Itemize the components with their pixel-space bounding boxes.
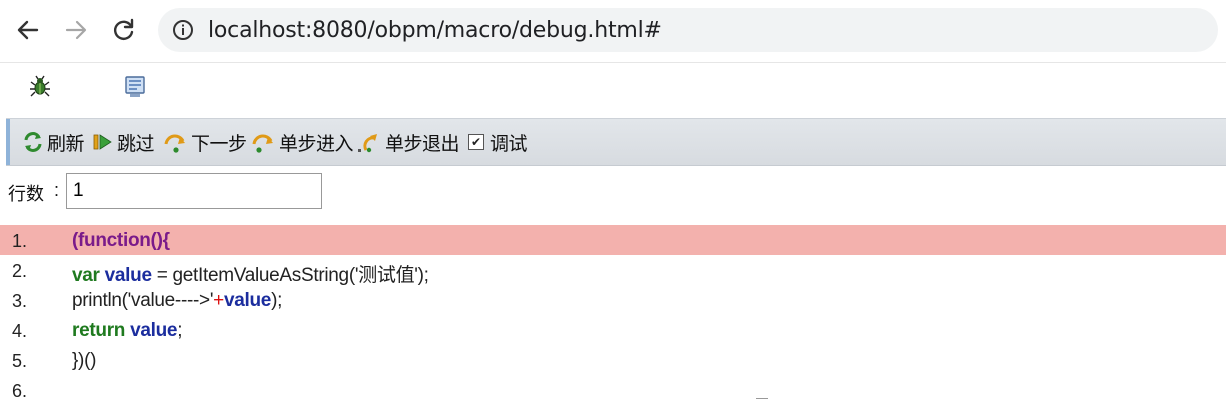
browser-bar: localhost:8080/obpm/macro/debug.html# xyxy=(0,0,1226,63)
code-token: value xyxy=(130,320,178,341)
url-text[interactable]: localhost:8080/obpm/macro/debug.html# xyxy=(208,18,662,43)
line-number: 6. xyxy=(12,381,28,401)
reload-icon xyxy=(114,18,134,40)
skip-button[interactable]: 跳过 xyxy=(92,128,155,156)
code-line[interactable]: 4. return value; xyxy=(0,315,1226,345)
debug-toggle[interactable]: ✔ 调试 xyxy=(468,128,528,156)
step-into-button[interactable]: 单步进入 xyxy=(250,128,354,156)
code-token: = getItemValueAsString(' xyxy=(151,265,359,286)
code-line[interactable]: 5. })() xyxy=(0,345,1226,375)
code-editor[interactable]: 1. (function(){ 2. var value = getItemVa… xyxy=(0,222,1226,416)
code-token: value xyxy=(104,265,152,286)
code-token: '); xyxy=(414,265,429,286)
line-number: 2. xyxy=(12,261,28,281)
code-text: var value = getItemValueAsString('测试值'); xyxy=(72,260,429,287)
next-step-label: 下一步 xyxy=(191,132,247,155)
debug-label: 调试 xyxy=(490,132,528,155)
step-over-icon xyxy=(164,134,185,153)
step-into-icon xyxy=(252,134,273,153)
line-number: 3. xyxy=(12,291,28,311)
next-step-button[interactable]: 下一步 xyxy=(162,128,247,156)
back-button[interactable] xyxy=(10,12,46,48)
address-bar[interactable]: localhost:8080/obpm/macro/debug.html# xyxy=(158,8,1218,52)
line-number-label: 行数 xyxy=(8,184,44,205)
code-token: println('value---->' xyxy=(72,290,214,311)
code-token: (function(){ xyxy=(72,230,170,251)
skip-icon xyxy=(93,134,112,150)
step-out-label: 单步退出 xyxy=(385,132,460,155)
forward-button[interactable] xyxy=(58,12,94,48)
skip-label: 跳过 xyxy=(117,132,155,155)
line-number: 1. xyxy=(12,231,28,251)
code-text: println('value---->'+value); xyxy=(72,290,282,312)
code-text: return value; xyxy=(72,320,182,342)
monitor-icon[interactable] xyxy=(124,75,146,104)
code-text: })() xyxy=(72,350,96,372)
code-token: + xyxy=(213,290,224,311)
code-text: (function(){ xyxy=(72,230,170,252)
line-number-colon: : xyxy=(54,180,60,200)
code-token: ; xyxy=(177,320,183,341)
debug-toolbar: 刷新 跳过 下一步 单步进入 单步退出 ✔ 调试 xyxy=(6,118,1226,166)
code-line[interactable]: 3. println('value---->'+value); xyxy=(0,285,1226,315)
line-number-input[interactable] xyxy=(66,173,322,209)
step-out-icon xyxy=(358,134,377,153)
debug-checkbox[interactable]: ✔ xyxy=(468,134,484,150)
info-icon[interactable] xyxy=(172,19,194,41)
reload-button[interactable] xyxy=(106,12,142,48)
code-token: return xyxy=(72,320,126,341)
step-out-button[interactable]: 单步退出 xyxy=(356,128,460,156)
line-number-row: 行数 : xyxy=(0,172,600,212)
code-token: value xyxy=(223,290,272,311)
line-number: 4. xyxy=(12,321,28,341)
refresh-button[interactable]: 刷新 xyxy=(22,128,85,156)
toolbar-edge xyxy=(6,119,10,165)
refresh-icon xyxy=(24,132,42,152)
resize-mark xyxy=(756,398,768,405)
code-token: var xyxy=(72,265,100,286)
code-token: })() xyxy=(72,350,97,371)
refresh-label: 刷新 xyxy=(47,132,85,155)
bug-icon[interactable] xyxy=(28,75,52,104)
code-line[interactable]: 2. var value = getItemValueAsString('测试值… xyxy=(0,255,1226,287)
code-token: 测试值 xyxy=(358,264,415,286)
arrow-right-icon xyxy=(65,20,87,40)
arrow-left-icon xyxy=(17,20,39,40)
step-into-label: 单步进入 xyxy=(279,132,354,155)
code-line[interactable]: 6. xyxy=(0,375,1226,405)
code-token: ); xyxy=(271,290,283,311)
line-number: 5. xyxy=(12,351,28,371)
debug-icon-strip xyxy=(0,63,1226,115)
code-line[interactable]: 1. (function(){ xyxy=(0,225,1226,255)
